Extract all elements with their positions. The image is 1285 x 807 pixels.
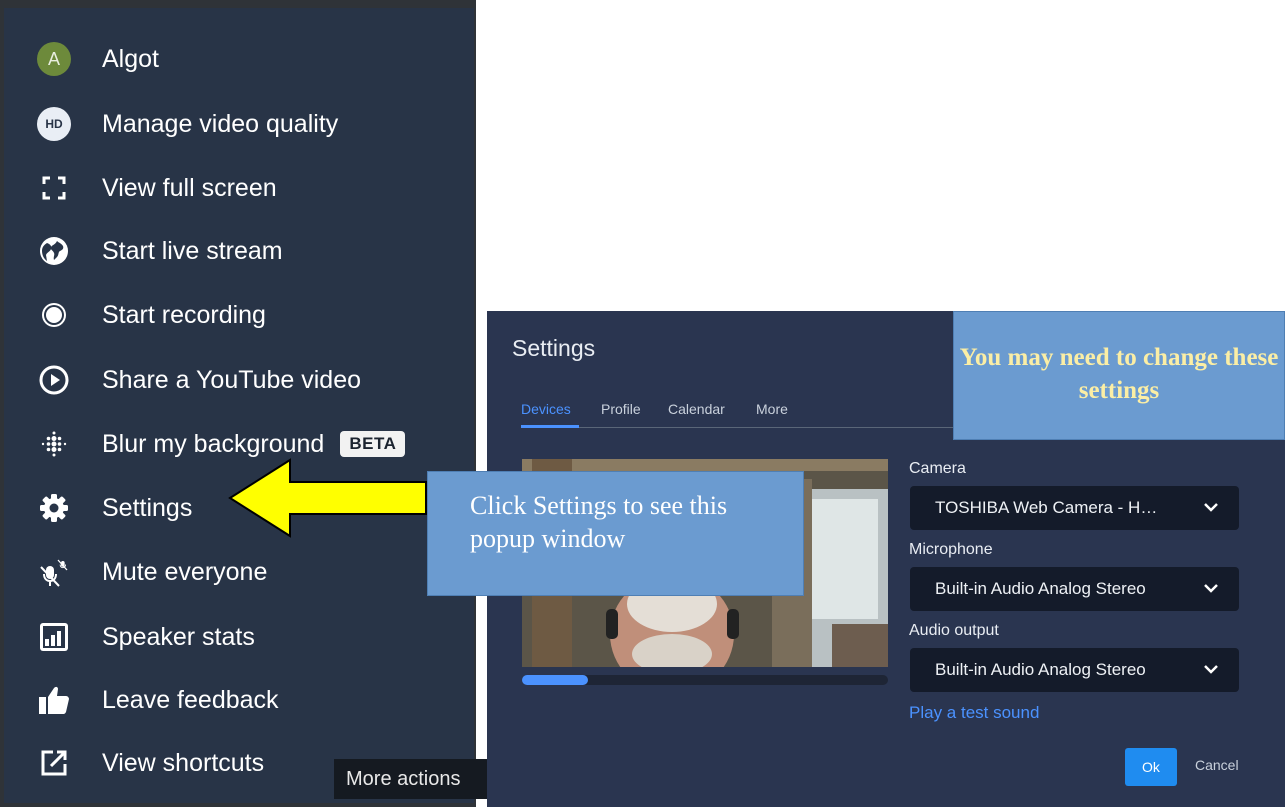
beta-badge: BETA: [340, 431, 406, 457]
stats-icon: [34, 617, 74, 657]
yellow-arrow-annotation: [228, 458, 427, 538]
menu-item-label: Start recording: [102, 300, 266, 329]
more-actions-tooltip: More actions: [334, 759, 490, 799]
menu-item-leave-feedback[interactable]: Leave feedback: [34, 675, 464, 725]
chevron-down-icon: [1204, 503, 1218, 512]
menu-item-label: Mute everyone: [102, 557, 268, 586]
menu-item-label: Leave feedback: [102, 685, 279, 714]
microphone-label: Microphone: [909, 541, 993, 558]
tab-calendar[interactable]: Calendar: [668, 401, 725, 417]
menu-item-speaker-stats[interactable]: Speaker stats: [34, 612, 464, 662]
more-actions-menu: A Algot HD Manage video quality View ful…: [0, 0, 476, 807]
chevron-down-icon: [1204, 665, 1218, 674]
cancel-button[interactable]: Cancel: [1195, 757, 1239, 773]
camera-select-value: TOSHIBA Web Camera - H…: [935, 498, 1158, 517]
audio-output-label: Audio output: [909, 622, 999, 639]
menu-item-label: View full screen: [102, 173, 277, 202]
microphone-select[interactable]: Built-in Audio Analog Stereo: [910, 567, 1239, 611]
audio-output-select[interactable]: Built-in Audio Analog Stereo: [910, 648, 1239, 692]
dialog-title: Settings: [512, 335, 596, 361]
thumbs-up-icon: [34, 680, 74, 720]
menu-item-label: Blur my background: [102, 429, 325, 458]
menu-item-share-youtube[interactable]: Share a YouTube video: [34, 355, 464, 405]
menu-item-recording[interactable]: Start recording: [34, 290, 464, 340]
menu-item-video-quality[interactable]: HD Manage video quality: [34, 99, 464, 149]
globe-icon: [34, 231, 74, 271]
camera-label: Camera: [909, 460, 966, 477]
menu-item-label: Algot: [102, 44, 159, 73]
menu-item-profile[interactable]: A Algot: [34, 34, 464, 84]
avatar: A: [34, 39, 74, 79]
tab-divider: [521, 427, 976, 428]
tab-profile[interactable]: Profile: [601, 401, 641, 417]
blur-icon: [34, 424, 74, 464]
ok-button[interactable]: Ok: [1125, 748, 1177, 786]
external-link-icon: [34, 743, 74, 783]
chevron-down-icon: [1204, 584, 1218, 593]
menu-item-live-stream[interactable]: Start live stream: [34, 226, 464, 276]
audio-output-select-value: Built-in Audio Analog Stereo: [935, 660, 1146, 679]
hd-icon: HD: [34, 104, 74, 144]
mic-level-bar: [522, 675, 588, 685]
menu-item-label: Settings: [102, 493, 193, 522]
mute-everyone-icon: [34, 552, 74, 592]
play-circle-icon: [34, 360, 74, 400]
record-icon: [34, 295, 74, 335]
fullscreen-icon: [34, 168, 74, 208]
callout-change-settings: You may need to change these settings: [953, 311, 1285, 440]
gear-icon: [34, 488, 74, 528]
menu-item-label: Speaker stats: [102, 622, 255, 651]
menu-item-label: View shortcuts: [102, 748, 265, 777]
microphone-select-value: Built-in Audio Analog Stereo: [935, 579, 1146, 598]
menu-item-mute-everyone[interactable]: Mute everyone: [34, 547, 464, 597]
callout-click-settings: Click Settings to see this popup window: [427, 471, 804, 596]
tab-more[interactable]: More: [756, 401, 788, 417]
tab-devices[interactable]: Devices: [521, 401, 571, 417]
active-tab-indicator: [521, 425, 579, 428]
camera-select[interactable]: TOSHIBA Web Camera - H…: [910, 486, 1239, 530]
menu-item-label: Start live stream: [102, 236, 283, 265]
menu-item-label: Manage video quality: [102, 109, 339, 138]
menu-item-label: Share a YouTube video: [102, 365, 362, 394]
menu-item-full-screen[interactable]: View full screen: [34, 163, 464, 213]
play-test-sound-link[interactable]: Play a test sound: [909, 703, 1039, 723]
